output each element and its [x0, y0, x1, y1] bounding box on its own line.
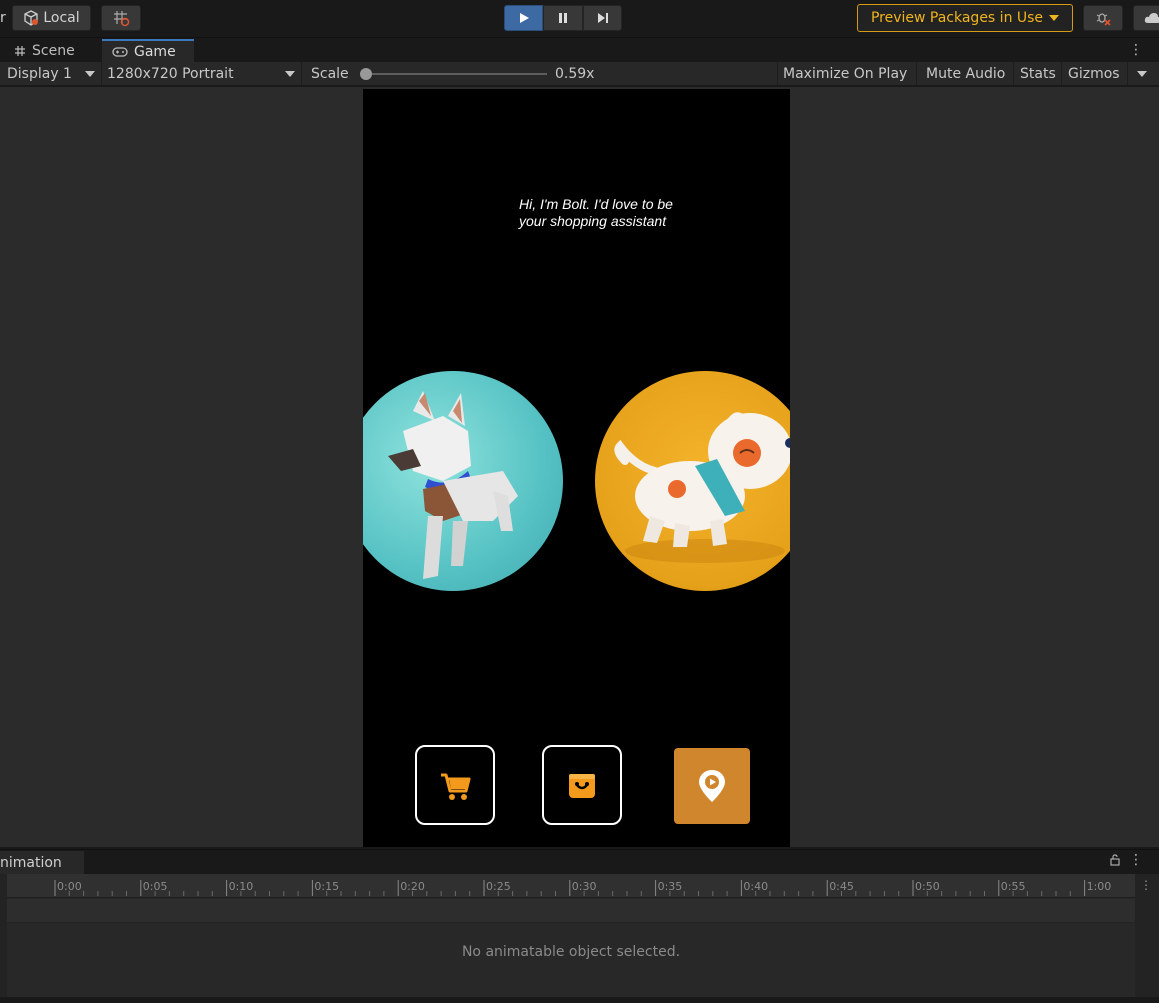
- maximize-on-play-toggle[interactable]: Maximize On Play: [777, 62, 917, 86]
- chevron-down-icon: [1049, 15, 1060, 21]
- mute-audio-toggle[interactable]: Mute Audio: [920, 62, 1014, 86]
- scale-slider-thumb[interactable]: [360, 68, 372, 80]
- animation-tab-bar: nimation ⋮: [0, 849, 1159, 875]
- timeline-options-icon[interactable]: ⋮: [1140, 878, 1152, 892]
- lowpoly-dog-avatar[interactable]: [363, 371, 563, 591]
- grid-snap-button[interactable]: [101, 5, 141, 31]
- tab-game-label: Game: [134, 44, 176, 60]
- shopping-bag-icon: [569, 774, 595, 798]
- animation-right-gutter: [1135, 874, 1159, 1003]
- scale-slider-track[interactable]: [364, 73, 547, 75]
- stats-toggle[interactable]: Stats: [1016, 62, 1062, 86]
- bug-icon: [1096, 13, 1111, 26]
- local-label: Local: [43, 10, 80, 26]
- cart-icon: [441, 773, 471, 800]
- scale-value: 0.59x: [555, 66, 595, 82]
- play-button[interactable]: [504, 5, 543, 31]
- play-icon: [519, 13, 529, 23]
- bag-button[interactable]: [542, 745, 622, 825]
- dropdown-arrow-icon: [1137, 71, 1147, 77]
- dropdown-arrow-icon: [285, 71, 295, 77]
- local-global-toggle[interactable]: Local: [12, 5, 91, 31]
- no-animatable-message: No animatable object selected.: [461, 944, 681, 960]
- display-label: Display 1: [7, 66, 72, 82]
- dropdown-arrow-icon: [85, 71, 95, 77]
- display-dropdown[interactable]: Display 1: [2, 62, 102, 86]
- gamepad-icon: [112, 47, 128, 57]
- step-forward-icon: [597, 13, 608, 23]
- bottom-strip: [0, 997, 1159, 1003]
- main-toolbar: r Local Preview Packages in Use: [0, 0, 1159, 37]
- white-lowpoly-dog-image: [388, 391, 518, 579]
- cart-button[interactable]: [415, 745, 495, 825]
- resolution-label: 1280x720 Portrait: [107, 66, 234, 82]
- cloud-icon: [1144, 13, 1159, 23]
- tab-game[interactable]: Game: [102, 39, 194, 63]
- pause-button[interactable]: [543, 5, 583, 31]
- timeline-ticks: 0:00 0:05 0:10 0:15 0:20 0:25 0:30 0:35 0:40 0:45…: [54, 880, 1112, 896]
- cloud-button[interactable]: [1133, 5, 1159, 31]
- tab-scene-label: Scene: [32, 43, 75, 59]
- cartoon-dog-avatar[interactable]: [595, 371, 790, 591]
- scale-label: Scale: [311, 66, 349, 82]
- lock-icon[interactable]: [1109, 854, 1121, 869]
- debug-mode-button[interactable]: [1083, 5, 1123, 31]
- gizmos-dropdown[interactable]: [1130, 62, 1155, 86]
- toolbar-cut-label: r: [0, 10, 6, 26]
- grid-snap-icon: [114, 11, 130, 27]
- hash-icon: [15, 46, 25, 56]
- map-button[interactable]: [674, 748, 750, 824]
- animation-track-row: [7, 899, 1135, 923]
- game-screen[interactable]: Hi, I'm Bolt. I'd love to be your shoppi…: [363, 89, 790, 847]
- map-pin-icon: [699, 770, 725, 802]
- game-view-controls: Display 1 1280x720 Portrait Scale 0.59x …: [0, 62, 1159, 86]
- more-options-icon[interactable]: ⋮: [1129, 852, 1143, 868]
- bolt-greeting-text: Hi, I'm Bolt. I'd love to be your shoppi…: [519, 196, 673, 229]
- more-options-icon[interactable]: ⋮: [1129, 40, 1143, 60]
- timeline-ruler[interactable]: 0:00 0:05 0:10 0:15 0:20 0:25 0:30 0:35 0:40 0:45…: [7, 874, 1135, 898]
- timeline-tick-label: 1:00: [1087, 880, 1112, 893]
- preview-packages-label: Preview Packages in Use: [870, 10, 1044, 26]
- animation-left-gutter: [0, 874, 7, 1003]
- preview-packages-dropdown[interactable]: Preview Packages in Use: [857, 4, 1073, 32]
- pause-icon: [559, 13, 567, 23]
- step-button[interactable]: [583, 5, 622, 31]
- view-tab-bar: Scene Game ⋮: [0, 37, 1159, 63]
- cube-icon: [24, 10, 39, 26]
- cartoon-dog-orange-spots-image: [614, 412, 790, 563]
- tab-scene[interactable]: Scene: [4, 39, 102, 63]
- gizmos-toggle[interactable]: Gizmos: [1064, 62, 1128, 86]
- resolution-dropdown[interactable]: 1280x720 Portrait: [102, 62, 302, 86]
- tab-animation[interactable]: nimation: [0, 851, 84, 875]
